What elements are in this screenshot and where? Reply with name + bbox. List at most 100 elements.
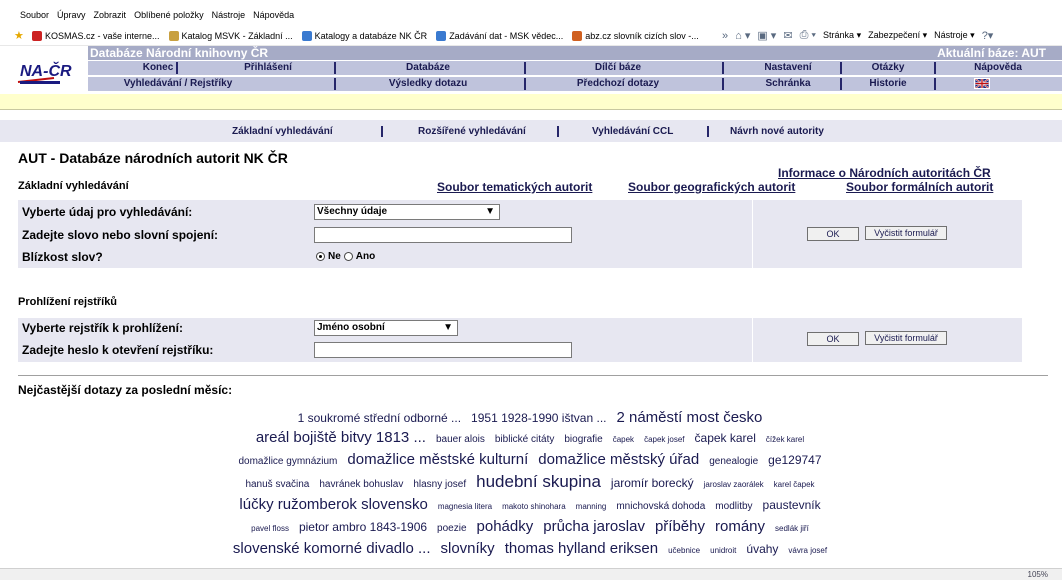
popular-query-link[interactable]: čapek josef (644, 430, 684, 450)
favorite-link[interactable]: KOSMAS.cz - vaše interne... (32, 31, 160, 41)
popular-query-link[interactable]: romány (715, 517, 765, 537)
search-clear-button[interactable]: Vyčistit formulář (865, 226, 947, 240)
popular-query-link[interactable]: thomas hylland eriksen (505, 539, 658, 559)
popular-query-link[interactable]: vávra josef (788, 541, 827, 561)
nav-previous-queries[interactable]: Předchozí dotazy (568, 78, 668, 89)
popular-query-link[interactable]: lúčky ružomberok slovensko (239, 495, 427, 515)
popular-query-link[interactable]: úvahy (746, 539, 778, 559)
menu-tools[interactable]: Nástroje (212, 10, 246, 20)
zoom-level[interactable]: 105% (1028, 570, 1048, 579)
popular-query-link[interactable]: sedlák jiří (775, 519, 809, 539)
formal-authorities-link[interactable]: Soubor formálních autorit (846, 180, 993, 194)
feeds-icon[interactable]: ▣ ▾ (757, 29, 776, 42)
authorities-info-link[interactable]: Informace o Národních autoritách ČR (778, 166, 991, 180)
popular-query-link[interactable]: unidroit (710, 541, 736, 561)
menu-edit[interactable]: Úpravy (57, 10, 86, 20)
query-input[interactable] (314, 227, 572, 243)
popular-query-link[interactable]: jaroslav zaorálek (704, 475, 764, 495)
popular-query-link[interactable]: magnesia litera (438, 497, 492, 517)
favorites-star-icon[interactable]: ★ (14, 29, 24, 42)
proximity-no-radio[interactable] (316, 252, 325, 261)
menu-view[interactable]: Zobrazit (94, 10, 127, 20)
nav-clipboard[interactable]: Schránka (748, 78, 828, 89)
browse-clear-button[interactable]: Vyčistit formulář (865, 331, 947, 345)
proximity-yes-radio[interactable] (343, 252, 353, 261)
menu-favorites[interactable]: Oblíbené položky (134, 10, 204, 20)
tab-ccl-search[interactable]: Vyhledávání CCL (592, 126, 673, 137)
tab-basic-search[interactable]: Základní vyhledávání (232, 126, 333, 137)
popular-query-link[interactable]: genealogie (709, 452, 758, 472)
popular-query-link[interactable]: 1 soukromé střední odborné ... (298, 408, 461, 428)
nav-help[interactable]: Nápověda (958, 62, 1038, 73)
popular-query-link[interactable]: slovníky (441, 539, 495, 559)
popular-query-link[interactable]: 2 náměstí most česko (616, 408, 762, 428)
popular-query-link[interactable]: mnichovská dohoda (616, 497, 705, 517)
popular-query-link[interactable]: karel čapek (774, 475, 815, 495)
popular-query-link[interactable]: biblické citáty (495, 430, 554, 450)
browse-ok-button[interactable]: OK (807, 332, 859, 346)
popular-query-link[interactable]: ge129747 (768, 450, 821, 470)
index-select[interactable]: Jméno osobní ▼ (314, 320, 458, 336)
menu-help[interactable]: Nápověda (253, 10, 294, 20)
popular-query-link[interactable]: areál bojiště bitvy 1813 ... (256, 428, 426, 448)
popular-query-link[interactable]: 1951 1928-1990 ištvan ... (471, 408, 606, 428)
popular-query-link[interactable]: příběhy (655, 517, 705, 537)
home-icon[interactable]: ⌂ ▾ (735, 29, 750, 42)
popular-query-link[interactable]: havránek bohuslav (319, 475, 403, 495)
popular-query-link[interactable]: bauer alois (436, 430, 485, 450)
nav-history[interactable]: Historie (858, 78, 918, 89)
popular-query-link[interactable]: domažlice městské kulturní (347, 450, 528, 470)
popular-query-link[interactable]: biografie (564, 430, 602, 450)
nav-search-indexes[interactable]: Vyhledávání / Rejstříky (108, 78, 248, 89)
popular-query-link[interactable]: domažlice městský úřad (538, 450, 699, 470)
popular-query-link[interactable]: pavel floss (251, 519, 289, 539)
popular-query-link[interactable]: průcha jaroslav (543, 517, 645, 537)
print-icon[interactable]: ⎙ ▾ (800, 29, 816, 42)
popular-query-link[interactable]: hlasny josef (413, 475, 466, 495)
popular-query-link[interactable]: modlitby (715, 497, 752, 517)
search-ok-button[interactable]: OK (807, 227, 859, 241)
favorite-link[interactable]: Katalogy a databáze NK ČR (301, 31, 427, 41)
nav-exit[interactable]: Konec (128, 62, 188, 73)
popular-query-link[interactable]: paustevník (763, 495, 821, 515)
nav-login[interactable]: Přihlášení (228, 62, 308, 73)
page-menu[interactable]: Stránka ▾ (823, 30, 861, 41)
popular-query-link[interactable]: slovenské komorné divadlo ... (233, 539, 431, 559)
tab-advanced-search[interactable]: Rozšířené vyhledávání (418, 126, 526, 137)
popular-query-link[interactable]: poezie (437, 519, 466, 539)
chevron-more-icon[interactable]: » (722, 30, 728, 42)
popular-query-link[interactable]: manning (576, 497, 607, 517)
popular-query-link[interactable]: pietor ambro 1843-1906 (299, 517, 427, 537)
thematic-authorities-link[interactable]: Soubor tematických autorit (437, 180, 592, 194)
favorite-link[interactable]: Zadávání dat - MSK vědec... (436, 31, 563, 41)
tab-new-authority[interactable]: Návrh nové autority (730, 126, 824, 137)
menu-file[interactable]: Soubor (20, 10, 49, 20)
favorite-link[interactable]: Katalog MSVK - Základní ... (168, 31, 293, 41)
popular-query-link[interactable]: čapek karel (695, 428, 756, 448)
nav-settings[interactable]: Nastavení (748, 62, 828, 73)
nav-query-results[interactable]: Výsledky dotazu (378, 78, 478, 89)
heading-input[interactable] (314, 342, 572, 358)
popular-query-link[interactable]: domažlice gymnázium (238, 452, 337, 472)
english-flag-icon[interactable] (974, 78, 990, 89)
popular-query-link[interactable]: čížek karel (766, 430, 804, 450)
security-menu[interactable]: Zabezpečení ▾ (868, 30, 927, 41)
popular-query-link[interactable]: čapek (613, 430, 634, 450)
nav-subbases[interactable]: Dílčí báze (568, 62, 668, 73)
favorite-link[interactable]: abz.cz slovník cizích slov -... (572, 31, 699, 41)
popular-query-link[interactable]: makoto shinohara (502, 497, 566, 517)
popular-query-link[interactable]: jaromír borecký (611, 473, 694, 493)
popular-query-link[interactable]: hudební skupina (476, 472, 601, 492)
nav-questions[interactable]: Otázky (858, 62, 918, 73)
mail-icon[interactable]: ✉ (783, 29, 792, 42)
tools-menu[interactable]: Nástroje ▾ (934, 30, 975, 41)
field-select[interactable]: Všechny údaje ▼ (314, 204, 500, 220)
geographic-authorities-link[interactable]: Soubor geografických autorit (628, 180, 795, 194)
help-icon[interactable]: ?▾ (982, 29, 994, 42)
search-type-nav: Základní vyhledávání Rozšířené vyhledává… (0, 120, 1062, 142)
popular-query-link[interactable]: učebnice (668, 541, 700, 561)
popular-query-link[interactable]: hanuš svačina (245, 475, 309, 495)
popular-query-link[interactable]: pohádky (477, 517, 534, 537)
nkcr-logo[interactable]: NA-ČR (14, 56, 86, 88)
nav-databases[interactable]: Databáze (388, 62, 468, 73)
